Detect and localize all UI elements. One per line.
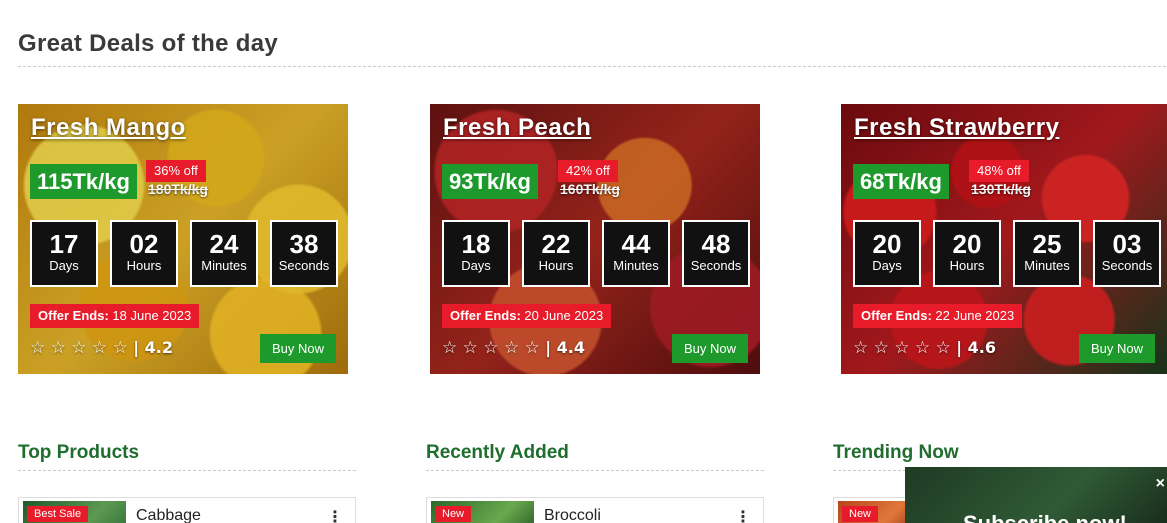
countdown-timer: 18 Days 22 Hours 44 Minutes 48 Seconds (442, 220, 750, 287)
deal-price: 93Tk/kg (442, 164, 538, 199)
countdown-timer: 17 Days 02 Hours 24 Minutes 38 Seconds (30, 220, 338, 287)
product-row-trending[interactable]: New (833, 497, 913, 523)
timer-days: 17 Days (30, 220, 98, 287)
new-badge: New (842, 506, 879, 522)
timer-days: 20 Days (853, 220, 921, 287)
star-icon: ☆ ☆ ☆ ☆ ☆ (442, 338, 540, 358)
timer-seconds: 03 Seconds (1093, 220, 1161, 287)
offer-ends: Offer Ends: 22 June 2023 (853, 304, 1023, 328)
deal-title-link[interactable]: Fresh Peach (443, 114, 591, 142)
subscribe-title: Subscribe now! (963, 511, 1127, 523)
old-price: 180Tk/kg (148, 181, 208, 197)
timer-hours: 20 Hours (933, 220, 1001, 287)
buy-now-button[interactable]: Buy Now (259, 334, 336, 363)
new-badge: New (435, 506, 472, 522)
best-sale-badge: Best Sale (27, 506, 89, 522)
deal-card-mango[interactable]: Fresh Mango 115Tk/kg 36% off 180Tk/kg 17… (18, 104, 348, 374)
star-icon: ☆ ☆ ☆ ☆ ☆ (853, 338, 951, 358)
discount-badge: 36% off (146, 160, 206, 182)
timer-seconds: 48 Seconds (682, 220, 750, 287)
offer-ends: Offer Ends: 20 June 2023 (442, 304, 612, 328)
discount-badge: 42% off (558, 160, 618, 182)
deal-price: 68Tk/kg (853, 164, 949, 199)
section-title: Great Deals of the day (18, 30, 1166, 67)
timer-minutes: 25 Minutes (1013, 220, 1081, 287)
product-row-cabbage[interactable]: Best Sale Cabbage ⋮ (18, 497, 356, 523)
offer-ends: Offer Ends: 18 June 2023 (30, 304, 200, 328)
more-options-icon[interactable]: ⋮ (327, 507, 343, 523)
timer-seconds: 38 Seconds (270, 220, 338, 287)
rating: ☆ ☆ ☆ ☆ ☆ | 4.2 (30, 338, 173, 358)
rating: ☆ ☆ ☆ ☆ ☆ | 4.4 (442, 338, 585, 358)
product-row-broccoli[interactable]: New Broccoli ⋮ (426, 497, 764, 523)
timer-hours: 22 Hours (522, 220, 590, 287)
deal-title-link[interactable]: Fresh Strawberry (854, 114, 1059, 142)
old-price: 160Tk/kg (560, 181, 620, 197)
product-name[interactable]: Cabbage (136, 507, 201, 523)
buy-now-button[interactable]: Buy Now (1078, 334, 1155, 363)
discount-badge: 48% off (969, 160, 1029, 182)
top-products-title: Top Products (18, 442, 356, 471)
product-name[interactable]: Broccoli (544, 507, 601, 523)
recently-added-title: Recently Added (426, 442, 764, 471)
deal-card-peach[interactable]: Fresh Peach 93Tk/kg 42% off 160Tk/kg 18 D… (430, 104, 760, 374)
buy-now-button[interactable]: Buy Now (671, 334, 748, 363)
star-icon: ☆ ☆ ☆ ☆ ☆ (30, 338, 128, 358)
subscribe-popup[interactable]: Subscribe now! × (905, 467, 1167, 523)
deal-price: 115Tk/kg (30, 164, 137, 199)
old-price: 130Tk/kg (971, 181, 1031, 197)
close-icon[interactable]: × (1156, 475, 1165, 493)
rating: ☆ ☆ ☆ ☆ ☆ | 4.6 (853, 338, 996, 358)
timer-days: 18 Days (442, 220, 510, 287)
deal-title-link[interactable]: Fresh Mango (31, 114, 186, 142)
more-options-icon[interactable]: ⋮ (735, 507, 751, 523)
timer-minutes: 44 Minutes (602, 220, 670, 287)
countdown-timer: 20 Days 20 Hours 25 Minutes 03 Seconds (853, 220, 1161, 287)
timer-minutes: 24 Minutes (190, 220, 258, 287)
deal-card-strawberry[interactable]: Fresh Strawberry 68Tk/kg 48% off 130Tk/k… (841, 104, 1167, 374)
timer-hours: 02 Hours (110, 220, 178, 287)
